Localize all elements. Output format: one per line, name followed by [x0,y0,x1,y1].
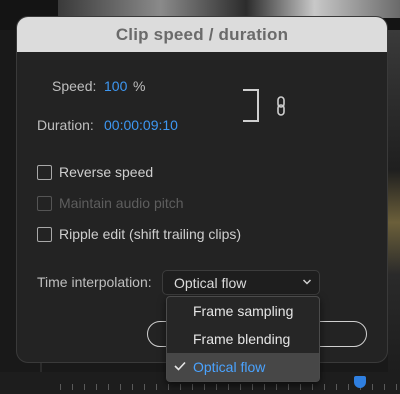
ruler-tick [228,384,229,390]
link-chain-icon[interactable] [275,96,287,116]
background-panel [388,30,400,380]
ruler-tick [252,384,253,390]
duration-value[interactable]: 00:00:09:10 [104,117,178,133]
ruler-tick [60,384,61,390]
ruler-tick [72,384,73,390]
ruler-tick [396,384,397,390]
dialog-title-bar[interactable]: Clip speed / duration [17,17,387,52]
maintain-audio-pitch-checkbox [37,196,52,211]
ruler-tick [108,384,109,390]
menu-item-label: Frame blending [193,331,291,347]
ruler-tick [132,384,133,390]
ruler-tick [372,384,373,390]
ruler-tick [336,384,337,390]
speed-label: Speed: [52,78,97,94]
maintain-audio-pitch-label: Maintain audio pitch [59,195,184,211]
menu-item-label: Optical flow [193,359,266,375]
menu-item-frame-blending[interactable]: Frame blending [167,325,319,353]
ruler-tick [156,384,157,390]
ruler-tick [240,384,241,390]
checkmark-icon [174,361,186,371]
ruler-tick [312,384,313,390]
ruler-tick [276,384,277,390]
duration-label: Duration: [37,117,94,133]
ruler-tick [288,384,289,390]
ruler-tick [96,384,97,390]
ripple-edit-label[interactable]: Ripple edit (shift trailing clips) [59,226,241,242]
menu-item-label: Frame sampling [193,303,294,319]
chevron-down-icon [302,279,312,285]
ruler-tick [120,384,121,390]
ruler-tick [204,384,205,390]
menu-item-optical-flow[interactable]: Optical flow [167,353,319,381]
menu-item-frame-sampling[interactable]: Frame sampling [167,297,319,325]
ruler-tick [84,384,85,390]
time-interpolation-label: Time interpolation: [37,274,152,290]
speed-unit: % [133,78,146,94]
ruler-tick [192,384,193,390]
ruler-tick [144,384,145,390]
reverse-speed-label[interactable]: Reverse speed [59,164,153,180]
ruler-tick [216,384,217,390]
time-interpolation-select[interactable]: Optical flow [162,270,320,295]
ruler-tick [264,384,265,390]
ruler-tick [300,384,301,390]
program-monitor-preview [58,0,400,18]
ruler-tick [180,384,181,390]
speed-value[interactable]: 100 [104,78,127,94]
ruler-tick [348,384,349,390]
ruler-tick [168,384,169,390]
ruler-tick [324,384,325,390]
dialog-title: Clip speed / duration [115,24,289,44]
time-interpolation-menu: Frame sampling Frame blending Optical fl… [166,296,320,382]
reverse-speed-checkbox[interactable] [37,165,52,180]
ruler-tick [384,384,385,390]
speed-duration-link-bracket [243,89,259,122]
time-interpolation-selected-value: Optical flow [174,275,247,291]
ripple-edit-checkbox[interactable] [37,227,52,242]
playhead-marker[interactable] [354,376,366,388]
